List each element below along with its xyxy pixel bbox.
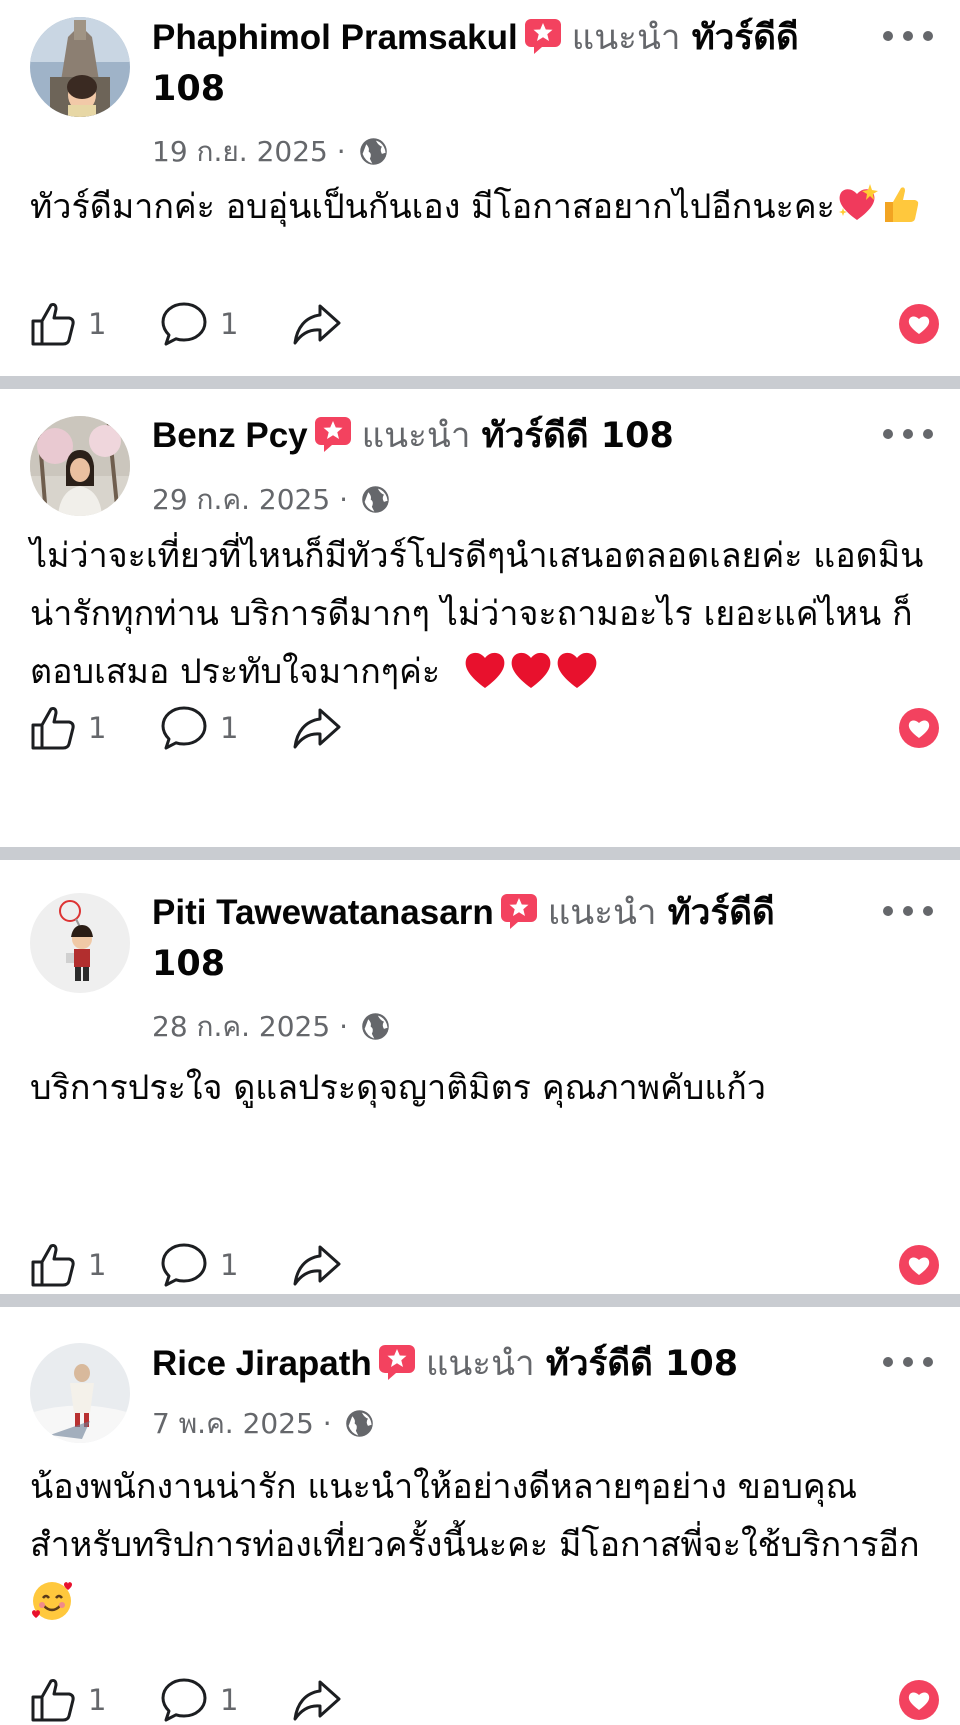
- like-button[interactable]: 1: [30, 1240, 106, 1290]
- globe-icon: [345, 1410, 373, 1437]
- review-meta: 7 พ.ค. 2025 ·: [152, 1406, 374, 1442]
- recommends-label: แนะนำ: [361, 416, 471, 456]
- review-meta: 28 ก.ค. 2025 ·: [152, 1009, 390, 1045]
- more-options-icon[interactable]: [880, 24, 936, 48]
- more-options-icon[interactable]: [880, 899, 936, 923]
- thumbs-up-emoji-icon: [884, 187, 919, 222]
- review-divider: [0, 1294, 960, 1307]
- share-button[interactable]: [292, 1675, 342, 1725]
- avatar[interactable]: [30, 893, 130, 993]
- review-text: ทัวร์ดีมากค่ะ อบอุ่นเป็นกันเอง มีโอกาสอย…: [30, 178, 930, 236]
- globe-icon: [359, 138, 387, 165]
- review-date[interactable]: 7 พ.ค. 2025: [152, 1407, 314, 1440]
- meta-separator: ·: [339, 1010, 348, 1043]
- recommend-badge-icon: [500, 894, 537, 929]
- sparkling-heart-emoji-icon: [838, 184, 878, 220]
- thumbs-up-icon: [31, 303, 75, 346]
- heart-icon[interactable]: [898, 303, 940, 345]
- review-meta: 19 ก.ย. 2025 ·: [152, 134, 388, 170]
- like-button[interactable]: 1: [30, 299, 106, 349]
- comment-count: 1: [220, 1683, 239, 1717]
- author-name[interactable]: Rice Jirapath: [152, 1344, 372, 1383]
- heart-icon[interactable]: [898, 1679, 940, 1721]
- thumbs-up-icon: [31, 1679, 75, 1722]
- review-date[interactable]: 29 ก.ค. 2025: [152, 483, 330, 516]
- comment-count: 1: [220, 711, 239, 745]
- like-button[interactable]: 1: [30, 703, 106, 753]
- comment-icon: [161, 706, 207, 750]
- comment-icon: [161, 1243, 207, 1287]
- review-text: ไม่ว่าจะเที่ยวที่ไหนก็มีทัวร์โปรดีๆนำเสน…: [30, 527, 930, 701]
- meta-separator: ·: [339, 483, 348, 516]
- globe-icon: [362, 486, 389, 513]
- review-date[interactable]: 28 ก.ค. 2025: [152, 1010, 330, 1043]
- red-heart-emoji-icon: [511, 652, 551, 688]
- share-icon: [293, 1680, 341, 1721]
- page-name-link[interactable]: ทัวร์ดีดี 108: [482, 416, 674, 456]
- more-options-icon[interactable]: [880, 422, 936, 446]
- review-text-content: บริการประใจ ดูแลประดุจญาติมิตร คุณภาพคับ…: [30, 1068, 766, 1108]
- review-text: น้องพนักงานน่ารัก แนะนำให้อย่างดีหลายๆอย…: [30, 1458, 930, 1632]
- review-divider: [0, 847, 960, 860]
- meta-separator: ·: [322, 1407, 332, 1440]
- globe-icon: [362, 1013, 389, 1040]
- comment-button[interactable]: 1: [160, 1240, 238, 1290]
- review-actions: 1 1: [30, 1240, 940, 1290]
- comment-icon: [161, 302, 207, 346]
- page-name-link[interactable]: ทัวร์ดีดี 108: [546, 1344, 738, 1384]
- avatar[interactable]: [30, 1343, 130, 1443]
- comment-icon: [161, 1678, 207, 1722]
- review-date[interactable]: 19 ก.ย. 2025: [152, 135, 328, 168]
- red-heart-emoji-icon: [465, 652, 505, 688]
- review-header: Benz Pcy แนะนำ ทัวร์ดีดี 108: [152, 410, 842, 462]
- author-name[interactable]: Piti Tawewatanasarn: [152, 893, 494, 932]
- like-count: 1: [88, 1248, 107, 1282]
- share-icon: [293, 708, 341, 749]
- recommend-badge-icon: [314, 417, 351, 452]
- like-count: 1: [88, 307, 107, 341]
- like-button[interactable]: 1: [30, 1675, 106, 1725]
- red-heart-emoji-icon: [557, 652, 597, 688]
- thumbs-up-icon: [31, 1244, 75, 1287]
- review-divider: [0, 376, 960, 389]
- heart-icon[interactable]: [898, 1244, 940, 1286]
- review-text: บริการประใจ ดูแลประดุจญาติมิตร คุณภาพคับ…: [30, 1059, 930, 1117]
- review-header: Rice Jirapath แนะนำ ทัวร์ดีดี 108: [152, 1338, 842, 1390]
- review-actions: 1 1: [30, 703, 940, 753]
- share-icon: [293, 1245, 341, 1286]
- review-text-content: น้องพนักงานน่ารัก แนะนำให้อย่างดีหลายๆอย…: [30, 1467, 920, 1565]
- author-name[interactable]: Benz Pcy: [152, 416, 308, 455]
- share-button[interactable]: [292, 703, 342, 753]
- avatar[interactable]: [30, 416, 130, 516]
- comment-count: 1: [220, 307, 239, 341]
- review-text-content: ทัวร์ดีมากค่ะ อบอุ่นเป็นกันเอง มีโอกาสอย…: [30, 187, 835, 227]
- share-button[interactable]: [292, 1240, 342, 1290]
- like-count: 1: [88, 1683, 107, 1717]
- share-button[interactable]: [292, 299, 342, 349]
- recommends-label: แนะนำ: [547, 893, 657, 933]
- review-header: Phaphimol Pramsakul แนะนำ ทัวร์ดีดี 108: [152, 12, 842, 115]
- smiling-face-with-hearts-emoji-icon: [32, 1582, 72, 1620]
- comment-button[interactable]: 1: [160, 299, 238, 349]
- review-header: Piti Tawewatanasarn แนะนำ ทัวร์ดีดี 108: [152, 887, 842, 990]
- recommend-badge-icon: [378, 1345, 415, 1380]
- recommend-badge-icon: [524, 19, 561, 54]
- avatar[interactable]: [30, 17, 130, 117]
- review-actions: 1 1: [30, 299, 940, 349]
- review-meta: 29 ก.ค. 2025 ·: [152, 482, 390, 518]
- more-options-icon[interactable]: [880, 1350, 936, 1374]
- heart-icon[interactable]: [898, 707, 940, 749]
- author-name[interactable]: Phaphimol Pramsakul: [152, 18, 518, 57]
- recommends-label: แนะนำ: [425, 1344, 535, 1384]
- comment-button[interactable]: 1: [160, 703, 238, 753]
- comment-button[interactable]: 1: [160, 1675, 238, 1725]
- like-count: 1: [88, 711, 107, 745]
- review-actions: 1 1: [30, 1675, 940, 1725]
- comment-count: 1: [220, 1248, 239, 1282]
- thumbs-up-icon: [31, 707, 75, 750]
- meta-separator: ·: [336, 135, 346, 168]
- share-icon: [293, 304, 341, 345]
- recommends-label: แนะนำ: [571, 18, 681, 58]
